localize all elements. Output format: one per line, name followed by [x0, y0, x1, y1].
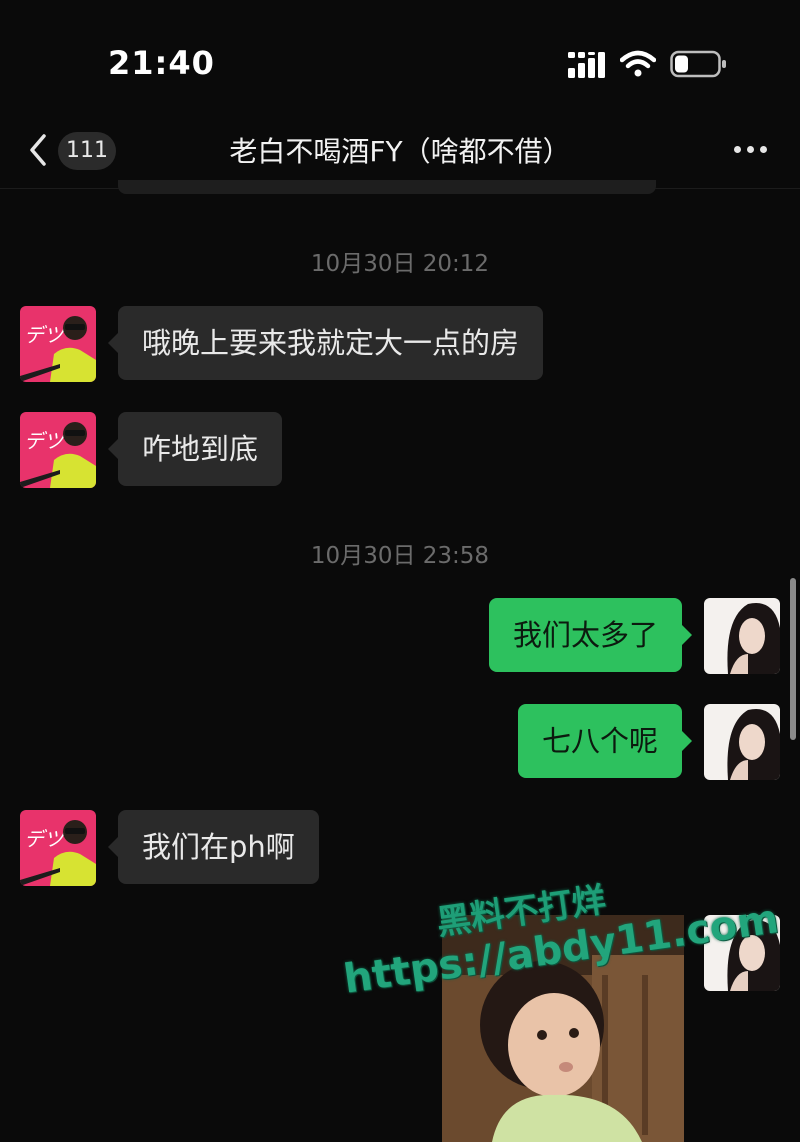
incoming-message-bubble[interactable]: 我们在ph啊 — [108, 810, 319, 884]
svg-text:デツ: デツ — [24, 429, 66, 453]
status-time: 21:40 — [108, 44, 215, 82]
contact-avatar[interactable]: デツ — [20, 810, 96, 886]
unread-count-badge: 111 — [58, 132, 116, 170]
incoming-message-bubble[interactable]: 咋地到底 — [107, 412, 283, 486]
chevron-left-icon — [30, 134, 46, 166]
contact-avatar[interactable]: デツ — [20, 306, 96, 382]
more-options-button[interactable] — [722, 130, 778, 170]
image-message[interactable] — [442, 915, 684, 1142]
previous-message-bubble — [118, 180, 656, 194]
svg-text:デツ: デツ — [24, 827, 66, 851]
signal-bars-icon — [568, 52, 605, 78]
contact-avatar[interactable]: デツ — [20, 412, 96, 488]
chat-header: 111 老白不喝酒FY（啥都不借） — [0, 110, 800, 189]
status-bar: 21:40 — [0, 0, 800, 110]
contact-avatar-image: デツ — [20, 306, 96, 382]
battery-icon — [670, 50, 726, 78]
chat-title: 老白不喝酒FY（啥都不借） — [229, 135, 571, 168]
self-avatar-image — [704, 915, 780, 991]
message-timestamp: 10月30日 23:58 — [310, 543, 490, 569]
self-avatar[interactable] — [704, 598, 780, 674]
contact-avatar-image: デツ — [20, 810, 96, 886]
self-avatar-image — [704, 704, 780, 780]
contact-avatar-image: デツ — [20, 412, 96, 488]
back-button[interactable]: 111 — [20, 128, 120, 172]
outgoing-message-bubble[interactable]: 七八个呢 — [517, 704, 693, 778]
photo-of-child-image — [442, 915, 684, 1142]
message-timestamp: 10月30日 20:12 — [310, 251, 490, 277]
outgoing-message-bubble[interactable]: 我们太多了 — [488, 598, 693, 672]
self-avatar[interactable] — [704, 704, 780, 780]
self-avatar-image — [704, 598, 780, 674]
self-avatar[interactable] — [704, 915, 780, 991]
wifi-icon — [620, 50, 656, 77]
incoming-message-bubble[interactable]: 哦晚上要来我就定大一点的房 — [107, 306, 544, 380]
more-dots-icon — [734, 146, 741, 153]
scroll-indicator[interactable] — [790, 578, 796, 740]
svg-text:デツ: デツ — [24, 323, 66, 347]
